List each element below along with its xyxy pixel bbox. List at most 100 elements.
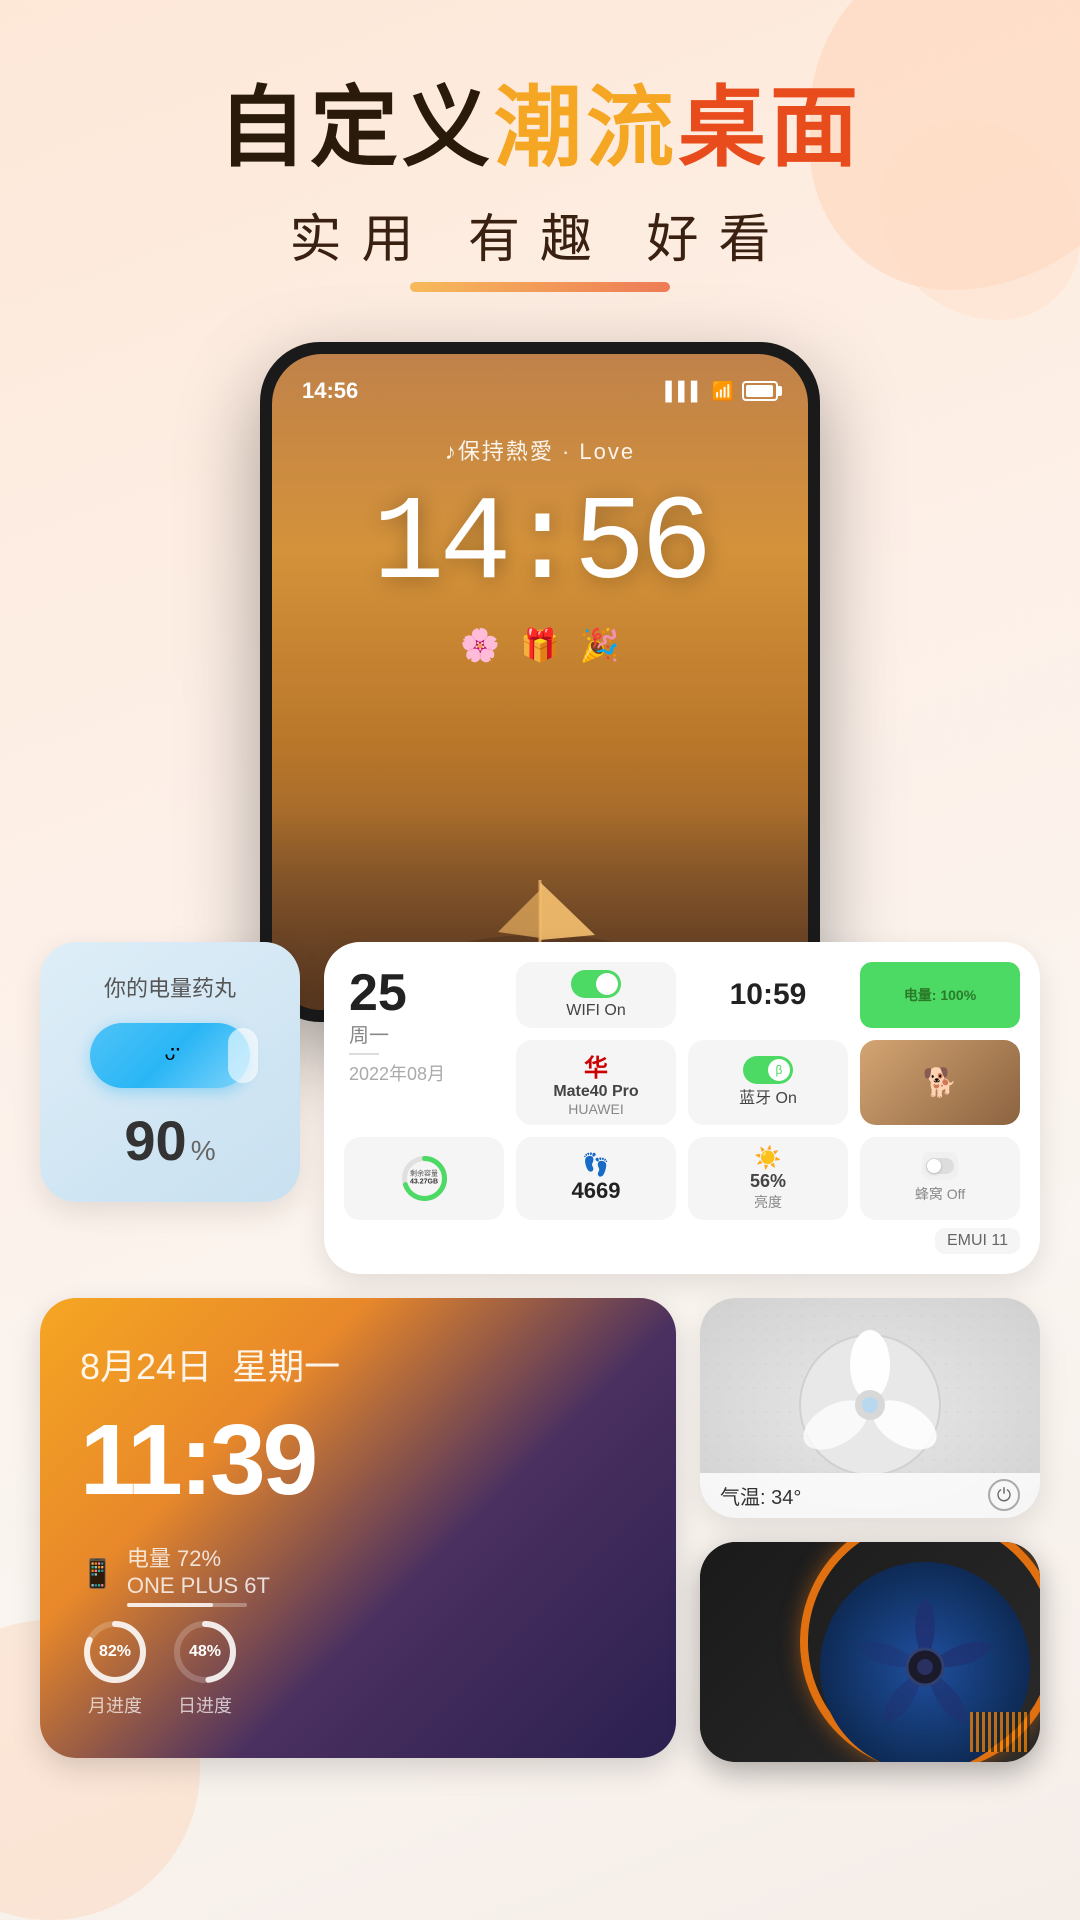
phone-status-time: 14:56	[302, 378, 358, 404]
storage-ring: 剩余容量 43.27GB	[397, 1151, 452, 1206]
steps-cell: 👣 4669	[516, 1137, 676, 1220]
main-title: 自定义潮流桌面	[0, 80, 1080, 177]
datetime-clock: 11:39	[80, 1410, 636, 1510]
datetime-battery-line	[127, 1603, 247, 1607]
huawei-logo: 华	[584, 1048, 608, 1083]
bt-toggle-cell[interactable]: β 蓝牙 On	[688, 1040, 848, 1125]
fan-widgets-column: 气温: 34° ⏻	[700, 1298, 1040, 1762]
title-part3: 桌面	[678, 78, 862, 177]
widgets-row1: 你的电量药丸 ᵕ̈ 90 % 25 周一 2022年08月	[40, 942, 1040, 1274]
device-phone-icon: 📱	[80, 1557, 115, 1590]
storage-cell: 剩余容量 43.27GB	[344, 1137, 504, 1220]
brightness-label: 亮度	[754, 1192, 782, 1212]
battery-pill-label: 你的电量药丸	[104, 971, 236, 1003]
device-name: Mate40 Pro	[553, 1083, 638, 1101]
storage-value-inner: 43.27GB	[410, 1178, 438, 1186]
info-time-text: 10:59	[730, 978, 807, 1012]
monthly-percent: 82%	[99, 1643, 131, 1661]
datetime-bottom: 📱 电量 72% ONE PLUS 6T	[80, 1541, 636, 1718]
datetime-battery-label: 电量 72%	[127, 1541, 270, 1573]
storage-text-inside: 剩余容量 43.27GB	[410, 1171, 438, 1186]
widget-fan-dark	[700, 1542, 1040, 1762]
widgets-row2: 8月24日 星期一 11:39 📱 电量 72% ONE PLUS 6T	[40, 1298, 1040, 1762]
datetime-date: 8月24日	[80, 1338, 212, 1390]
datetime-battery-fill	[127, 1603, 213, 1607]
info-date-day: 25	[349, 967, 407, 1019]
brightness-cell: ☀️ 56% 亮度	[688, 1137, 848, 1220]
device-brand: HUAWEI	[568, 1101, 623, 1117]
bt-toggle-switch[interactable]: β	[743, 1056, 793, 1084]
hive-label: 蜂窝 Off	[915, 1184, 965, 1204]
info-date-separator	[349, 1053, 379, 1055]
pill-right-cap	[228, 1028, 258, 1083]
device-cell: 华 Mate40 Pro HUAWEI	[516, 1040, 676, 1125]
daily-percent: 48%	[189, 1643, 221, 1661]
battery-percent-unit: %	[191, 1135, 216, 1167]
widgets-section: 你的电量药丸 ᵕ̈ 90 % 25 周一 2022年08月	[0, 942, 1080, 1762]
status-icons: ▌▌▌ 📶	[665, 381, 778, 402]
emui-label: EMUI 11	[935, 1228, 1020, 1254]
flower-icon: 🌸	[460, 626, 500, 664]
pill-image: ᵕ̈	[90, 1023, 250, 1088]
wifi-status-icon: 📶	[712, 381, 734, 402]
phone-status-bar: 14:56 ▌▌▌ 📶	[272, 354, 808, 414]
phone-mockup-container: 14:56 ▌▌▌ 📶 ♪保持熱愛 · Love 14:56 🌸 🎁 🎉	[260, 342, 820, 1022]
brightness-value: 56%	[750, 1171, 786, 1192]
daily-ring: 48%	[170, 1617, 240, 1687]
lock-clock: 14:56	[372, 486, 707, 606]
bt-toggle-knob: β	[768, 1059, 790, 1081]
datetime-device-name: ONE PLUS 6T	[127, 1573, 270, 1599]
monthly-progress: 82% 月进度	[80, 1617, 150, 1718]
datetime-device-info: 电量 72% ONE PLUS 6T	[127, 1541, 270, 1607]
lock-icons-row: 🌸 🎁 🎉	[460, 626, 620, 664]
steps-count: 4669	[572, 1178, 621, 1204]
info-grid: 25 周一 2022年08月 WIFI On 10:59 电量: 100%	[344, 962, 1020, 1220]
emui-row: EMUI 11	[344, 1228, 1020, 1254]
wifi-toggle-label: WIFI On	[566, 1002, 626, 1020]
wifi-toggle-switch[interactable]	[571, 970, 621, 998]
party-icon: 🎉	[580, 626, 620, 664]
battery-icon	[742, 381, 778, 401]
bt-toggle-label: 蓝牙 On	[739, 1084, 797, 1108]
widget-info: 25 周一 2022年08月 WIFI On 10:59 电量: 100%	[324, 942, 1040, 1274]
monthly-ring: 82%	[80, 1617, 150, 1687]
battery-percent-display: 90 %	[124, 1108, 215, 1173]
photo-placeholder: 🐕	[923, 1066, 958, 1099]
widget-battery-pill: 你的电量药丸 ᵕ̈ 90 %	[40, 942, 300, 1202]
widget-datetime: 8月24日 星期一 11:39 📱 电量 72% ONE PLUS 6T	[40, 1298, 676, 1758]
lock-music-text: ♪保持熱愛 · Love	[445, 434, 635, 466]
pill-face: ᵕ̈	[165, 1042, 176, 1074]
datetime-content: 8月24日 星期一 11:39 📱 电量 72% ONE PLUS 6T	[40, 1298, 676, 1758]
datetime-progress-row: 82% 月进度 48%	[80, 1617, 636, 1718]
fan-white-svg	[790, 1330, 950, 1485]
hive-toggle[interactable]	[922, 1152, 958, 1180]
info-date-cell: 25 周一 2022年08月	[344, 962, 504, 1125]
info-time-cell: 10:59	[688, 962, 848, 1028]
wifi-toggle-cell[interactable]: WIFI On	[516, 962, 676, 1028]
datetime-weekday: 星期一	[232, 1338, 340, 1390]
monthly-label: 月进度	[88, 1692, 142, 1718]
widget-fan-white: 气温: 34° ⏻	[700, 1298, 1040, 1518]
phone-mockup: 14:56 ▌▌▌ 📶 ♪保持熱愛 · Love 14:56 🌸 🎁 🎉	[260, 342, 820, 1022]
underline-decoration	[410, 282, 670, 292]
datetime-device-row: 📱 电量 72% ONE PLUS 6T	[80, 1541, 636, 1607]
battery-percent-value: 90	[124, 1108, 186, 1173]
info-date-month: 2022年08月	[349, 1060, 445, 1086]
fan-bottom-bar: 气温: 34° ⏻	[700, 1473, 1040, 1518]
signal-icon: ▌▌▌	[665, 381, 703, 402]
barcode-decoration	[970, 1712, 1030, 1752]
brightness-icon: ☀️	[754, 1145, 781, 1171]
info-date-week: 周一	[349, 1019, 389, 1048]
title-part1: 自定义	[218, 78, 494, 177]
battery-bar-text: 电量: 100%	[904, 985, 976, 1005]
daily-label: 日进度	[178, 1692, 232, 1718]
photo-cell: 🐕	[860, 1040, 1020, 1125]
phone-screen: 14:56 ▌▌▌ 📶 ♪保持熱愛 · Love 14:56 🌸 🎁 🎉	[272, 354, 808, 1010]
storage-label-inner: 剩余容量	[410, 1171, 438, 1179]
hive-cell: 蜂窝 Off	[860, 1137, 1020, 1220]
fan-temp-label: 气温: 34°	[720, 1481, 801, 1510]
steps-icon: 👣	[582, 1152, 609, 1178]
fan-power-button[interactable]: ⏻	[988, 1479, 1020, 1511]
title-part2: 潮流	[494, 78, 678, 177]
header: 自定义潮流桌面 实用 有趣 好看	[0, 0, 1080, 292]
